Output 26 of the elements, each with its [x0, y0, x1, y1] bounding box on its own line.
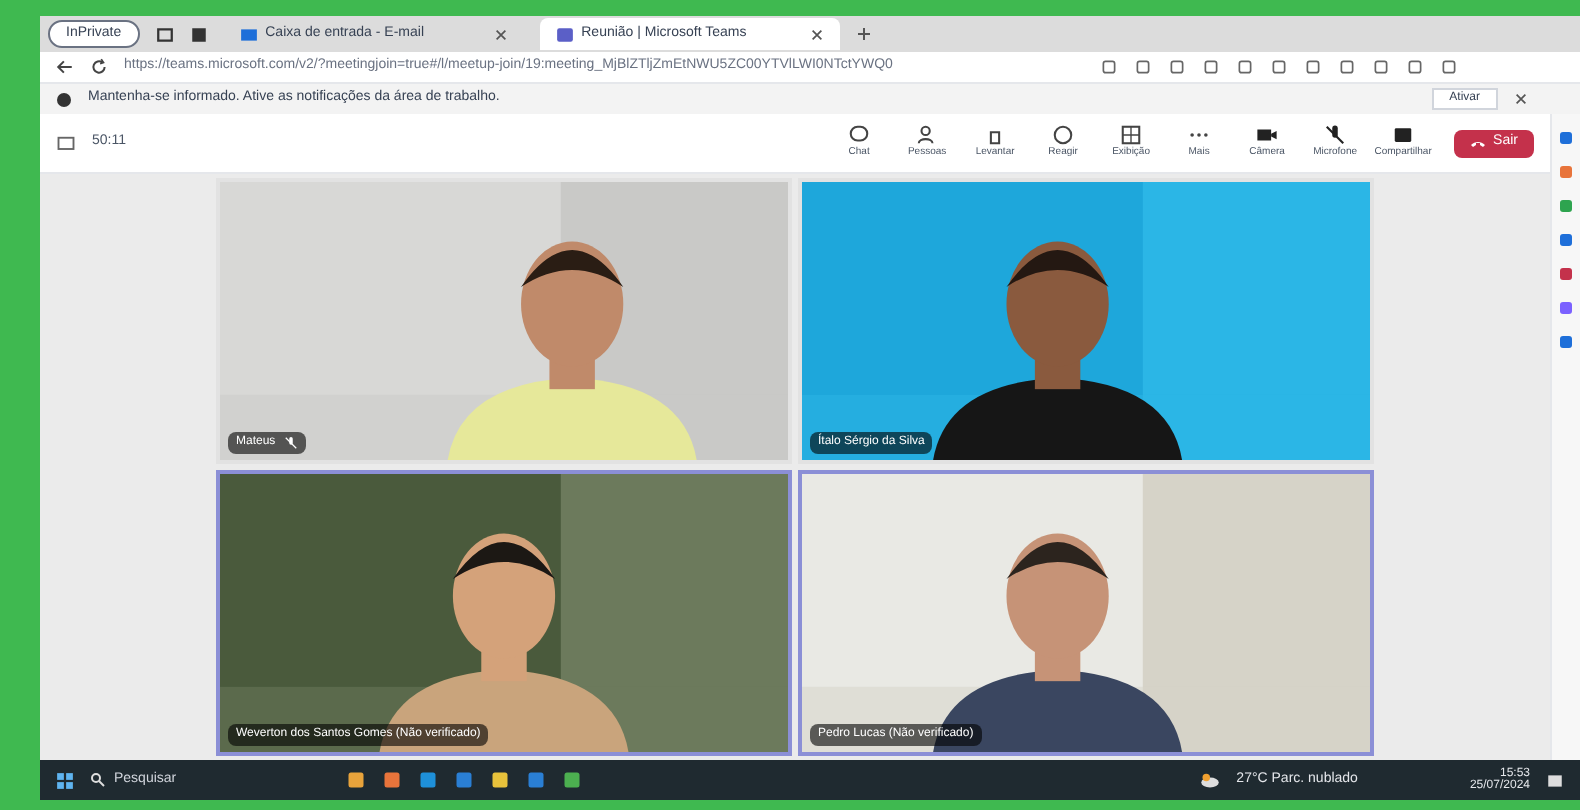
close-icon[interactable]	[493, 27, 508, 41]
camera-icon	[1256, 124, 1279, 147]
people-icon	[916, 124, 939, 147]
cloud-icon	[1200, 770, 1221, 790]
app-icon[interactable]	[1558, 300, 1574, 316]
chat-icon	[848, 124, 871, 147]
close-icon[interactable]	[809, 27, 824, 41]
screen-icon	[1392, 124, 1415, 147]
tabs-icon[interactable]	[155, 25, 174, 43]
teams-icon	[555, 25, 574, 43]
app-icon[interactable]	[1558, 130, 1574, 146]
mic-off-icon	[1324, 124, 1347, 147]
app-icon[interactable]	[1558, 334, 1574, 350]
start-icon[interactable]	[56, 771, 74, 789]
back-icon[interactable]	[56, 58, 74, 76]
mail-icon	[239, 25, 258, 43]
close-icon[interactable]	[1514, 92, 1528, 106]
info-icon	[56, 91, 72, 107]
window-icon[interactable]	[189, 25, 208, 43]
plus-icon[interactable]	[855, 26, 872, 42]
meeting-icon	[56, 133, 76, 153]
search-icon	[90, 772, 106, 788]
refresh-icon[interactable]	[90, 58, 108, 76]
app-icon[interactable]	[1558, 232, 1574, 248]
app-icon[interactable]	[1558, 266, 1574, 282]
grid-icon	[1120, 124, 1143, 147]
